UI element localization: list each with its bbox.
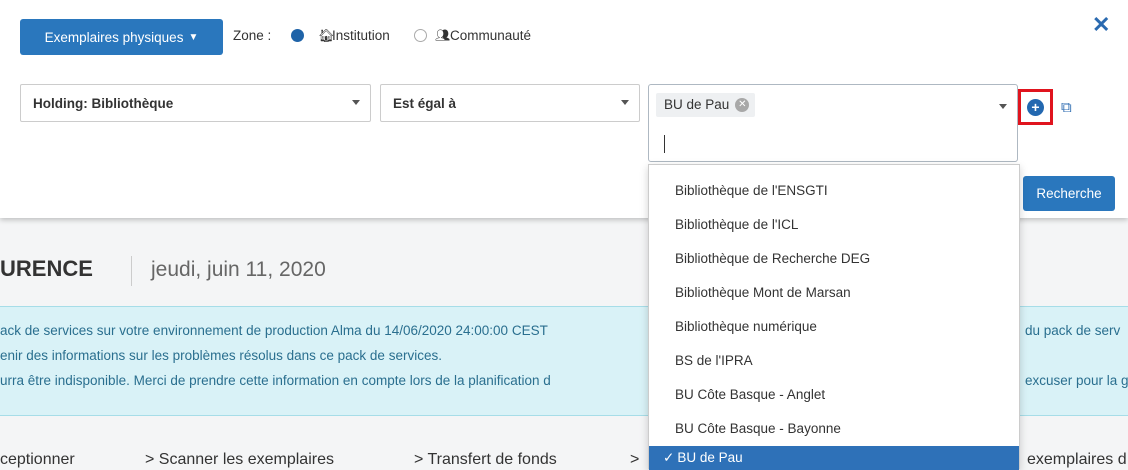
page-title: URENCE — [0, 256, 93, 281]
title-separator — [131, 256, 132, 286]
nav-link-items[interactable]: exemplaires d — [1027, 451, 1127, 469]
banner-line-2: enir des informations sur les problèmes … — [0, 348, 442, 363]
dropdown-option[interactable]: Bibliothèque Mont de Marsan — [649, 276, 1019, 310]
dropdown-option[interactable]: Bibliothèque de l'ICL — [649, 208, 1019, 242]
add-condition-icon[interactable]: + — [1027, 99, 1044, 116]
zone-community-radio[interactable] — [414, 29, 427, 42]
banner-right-3: excuser pour la g — [1025, 373, 1128, 388]
nav-link-receive[interactable]: ceptionner — [0, 451, 75, 469]
dropdown-option[interactable]: BU Côte Basque - Anglet — [649, 378, 1019, 412]
dropdown-option[interactable]: BU Côte Basque - Bayonne — [649, 412, 1019, 446]
zone-community-label: Communauté — [450, 28, 532, 43]
banner-right-1: du pack de serv — [1025, 323, 1121, 338]
users-icon: 👥︎ — [435, 28, 451, 42]
chevron-down-icon — [621, 100, 629, 105]
operator-select[interactable]: Est égal à — [380, 84, 640, 122]
search-type-button[interactable]: Exemplaires physiques ▼ — [20, 19, 223, 55]
dropdown-option[interactable]: Bibliothèque numérique — [649, 310, 1019, 344]
chevron-down-icon[interactable] — [999, 104, 1007, 109]
dropdown-option[interactable]: BS de l'IPRA — [649, 344, 1019, 378]
field-select[interactable]: Holding: Bibliothèque — [20, 84, 371, 122]
nav-link-transfer-funds[interactable]: > Transfert de fonds — [414, 451, 557, 469]
value-multiselect[interactable]: BU de Pau ✕ — [648, 84, 1018, 162]
checkmark-icon: ✓ — [663, 450, 675, 465]
caret-down-icon: ▼ — [188, 31, 199, 43]
search-button[interactable]: Recherche — [1023, 176, 1115, 211]
search-type-label: Exemplaires physiques — [44, 29, 184, 45]
dropdown-option[interactable]: Bibliothèque de Recherche DEG — [649, 242, 1019, 276]
banner-line-1: ack de services sur votre environnement … — [0, 323, 548, 338]
nav-link-scan-items[interactable]: > Scanner les exemplaires — [145, 451, 334, 469]
zone-label: Zone : — [233, 28, 272, 43]
nav-link-partial[interactable]: > — [630, 451, 639, 469]
remove-chip-icon[interactable]: ✕ — [735, 98, 750, 112]
duplicate-icon[interactable]: ⧉ — [1061, 99, 1072, 116]
zone-institution-label: Institution — [332, 28, 390, 43]
chevron-down-icon — [352, 100, 360, 105]
dropdown-option[interactable]: Bibliothèque de l'ENSGTI — [649, 174, 1019, 208]
zone-institution-radio[interactable] — [291, 29, 304, 42]
page-date: jeudi, juin 11, 2020 — [151, 258, 326, 281]
selected-value-chip: BU de Pau ✕ — [656, 93, 756, 117]
operator-select-value: Est égal à — [393, 95, 457, 111]
field-select-value: Holding: Bibliothèque — [33, 95, 174, 111]
text-cursor[interactable] — [664, 135, 665, 153]
chip-label: BU de Pau — [664, 97, 730, 112]
value-dropdown-list: Bibliothèque de l'ENSGTI Bibliothèque de… — [648, 164, 1020, 470]
banner-line-3: urra être indisponible. Merci de prendre… — [0, 373, 551, 388]
close-icon[interactable]: ✕ — [1092, 12, 1110, 38]
selected-option-label: BU de Pau — [677, 450, 743, 465]
dropdown-option-selected[interactable]: ✓ BU de Pau — [649, 446, 1019, 470]
